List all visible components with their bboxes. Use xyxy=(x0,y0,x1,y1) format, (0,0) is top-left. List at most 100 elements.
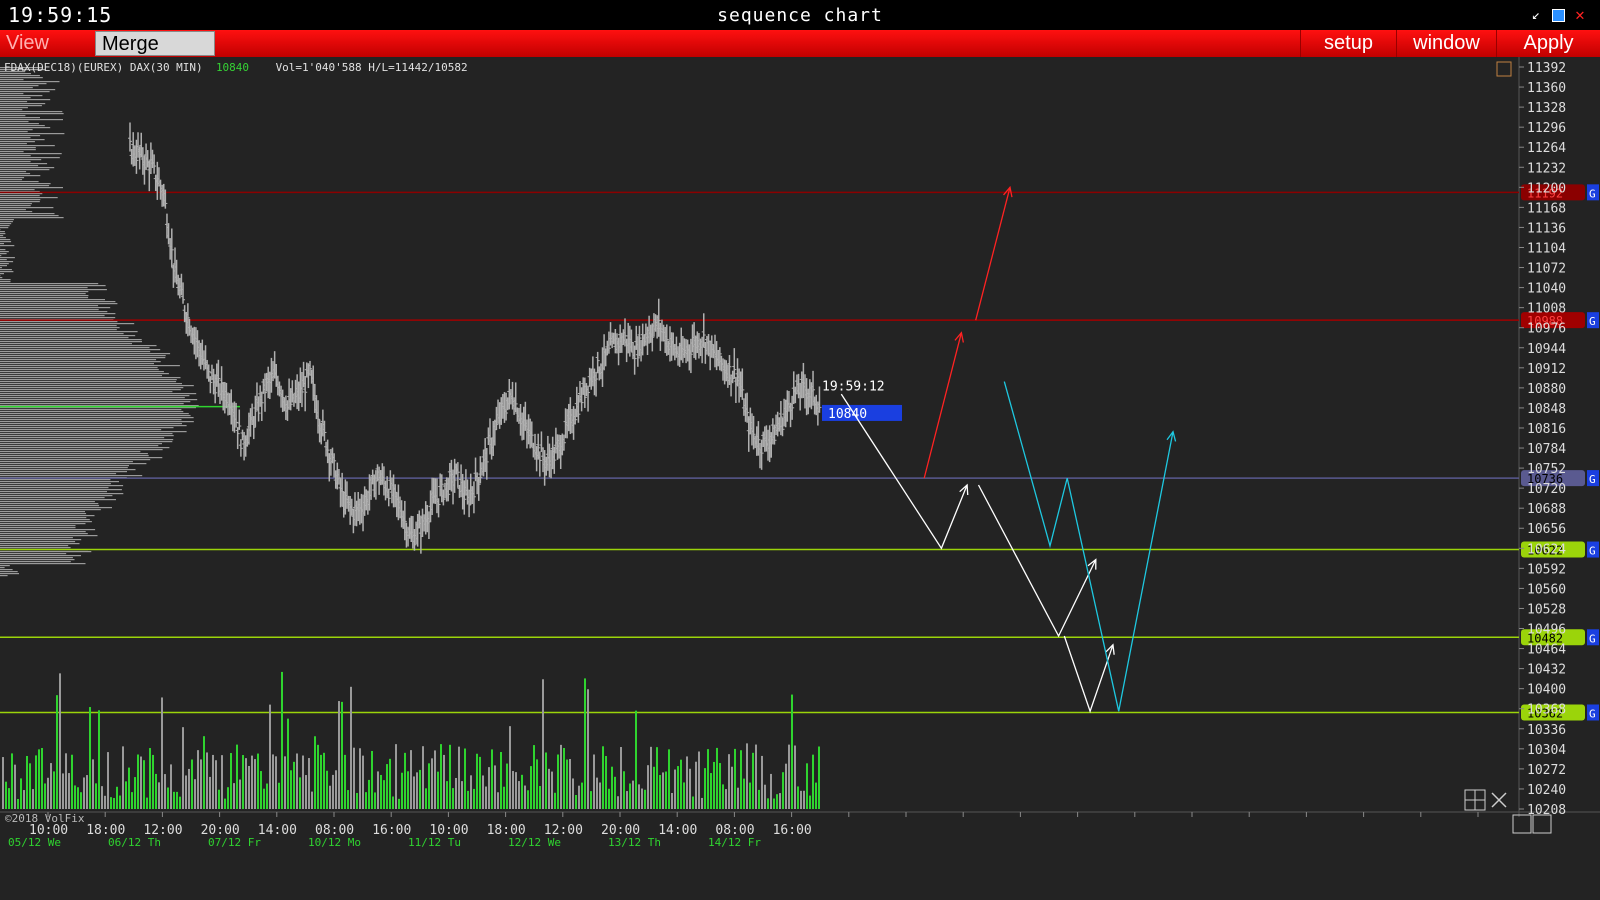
volume-bar xyxy=(653,766,655,809)
volume-bar xyxy=(767,798,769,809)
volume-bar xyxy=(407,771,409,809)
volume-bar xyxy=(443,754,445,809)
profile-bar xyxy=(0,135,41,137)
profile-bar xyxy=(0,365,180,367)
profile-bar xyxy=(0,125,45,127)
profile-bar xyxy=(0,329,117,331)
profile-bar xyxy=(0,507,112,509)
profile-bar xyxy=(0,461,133,463)
profile-bar xyxy=(0,297,89,299)
volume-bar xyxy=(524,785,526,809)
close-icon[interactable]: ✕ xyxy=(1572,7,1588,23)
profile-bar xyxy=(0,147,36,149)
y-tick-label: 11136 xyxy=(1527,221,1566,236)
volume-bar xyxy=(221,755,223,809)
profile-bar xyxy=(0,163,48,165)
apply-button[interactable]: Apply xyxy=(1496,30,1600,57)
merge-contracts-button[interactable]: Merge Contr xyxy=(95,31,215,80)
profile-bar xyxy=(0,277,3,279)
volume-bar xyxy=(413,776,415,809)
y-tick-label: 10528 xyxy=(1527,602,1566,617)
volume-bar xyxy=(689,768,691,809)
maximize-icon[interactable] xyxy=(1550,7,1566,23)
chart-area[interactable]: 11192 G 10988 G 10736 G 10622 G 10482 G 10362 G 1139… xyxy=(0,57,1600,900)
volume-bar xyxy=(320,754,322,809)
profile-bar xyxy=(0,137,31,139)
volume-bar xyxy=(551,771,553,809)
profile-bar xyxy=(0,183,51,185)
volume-bar xyxy=(251,755,253,809)
profile-bar xyxy=(0,359,157,361)
volume-bar xyxy=(113,798,115,809)
price-chart[interactable]: 11192 G10988 G10736 G10622 G10482 G10362 G1139… xyxy=(0,57,1600,900)
profile-bar xyxy=(0,245,15,247)
y-tick-label: 10496 xyxy=(1527,623,1566,638)
volume-bar xyxy=(5,781,7,809)
minimize-icon[interactable]: ↙ xyxy=(1528,7,1544,23)
profile-bar xyxy=(0,575,8,577)
profile-bar xyxy=(0,563,86,565)
volume-bar xyxy=(305,775,307,809)
profile-bar xyxy=(0,441,173,443)
volume-bar xyxy=(527,790,529,809)
volume-bar xyxy=(314,736,316,809)
y-tick-label: 11360 xyxy=(1527,81,1566,96)
y-tick-label: 10944 xyxy=(1527,342,1566,357)
volume-bar xyxy=(605,756,607,809)
profile-bar xyxy=(0,165,39,167)
profile-bar xyxy=(0,545,69,547)
volume-bar xyxy=(440,744,442,809)
volume-stats: Vol=1'040'588 H/L=11442/10582 xyxy=(275,61,468,74)
volume-bar xyxy=(731,766,733,809)
volume-bar xyxy=(446,781,448,809)
volume-bar xyxy=(365,792,367,809)
profile-bar xyxy=(0,83,47,85)
volume-bar xyxy=(611,766,613,809)
volume-bar xyxy=(347,790,349,809)
profile-bar xyxy=(0,285,106,287)
volume-bar xyxy=(584,678,586,809)
profile-bar xyxy=(0,345,157,347)
volume-bar xyxy=(41,748,43,809)
volume-bar xyxy=(782,772,784,809)
volume-bar xyxy=(209,776,211,809)
volume-bar xyxy=(401,772,403,809)
volume-bar xyxy=(272,754,274,809)
volume-bar xyxy=(71,754,73,809)
profile-bar xyxy=(0,259,7,261)
profile-bar xyxy=(0,169,50,171)
y-tick-label: 10624 xyxy=(1527,542,1566,557)
volume-bar xyxy=(29,763,31,809)
y-tick-label: 10784 xyxy=(1527,442,1566,457)
volume-bar xyxy=(581,782,583,809)
profile-bar xyxy=(0,337,129,339)
profile-bar xyxy=(0,417,194,419)
volume-bar xyxy=(698,751,700,809)
volume-bar xyxy=(602,746,604,809)
volume-bar xyxy=(338,701,340,809)
window-button[interactable]: window xyxy=(1396,30,1496,57)
volume-bar xyxy=(380,774,382,809)
profile-bar xyxy=(0,551,92,553)
profile-bar xyxy=(0,389,181,391)
volume-bar xyxy=(110,797,112,809)
profile-bar xyxy=(0,427,174,429)
profile-bar xyxy=(0,129,33,131)
volume-bar xyxy=(566,759,568,809)
profile-bar xyxy=(0,447,170,449)
profile-bar xyxy=(0,251,9,253)
setup-button[interactable]: setup xyxy=(1300,30,1396,57)
x-time-label: 14:00 xyxy=(658,823,697,838)
profile-bar xyxy=(0,387,184,389)
profile-bar xyxy=(0,91,50,93)
volume-bar xyxy=(569,759,571,809)
view-dom-button[interactable]: View DOM xyxy=(0,30,95,81)
profile-bar xyxy=(0,385,194,387)
pencil-icon xyxy=(1496,61,1512,77)
profile-bar xyxy=(0,233,6,235)
profile-bar xyxy=(0,197,58,199)
volume-bar xyxy=(101,786,103,809)
instrument-name: FDAX(DEC18)(EUREX) DAX(30 MIN) xyxy=(4,61,203,74)
volume-bar xyxy=(623,771,625,809)
volume-bar xyxy=(74,785,76,809)
